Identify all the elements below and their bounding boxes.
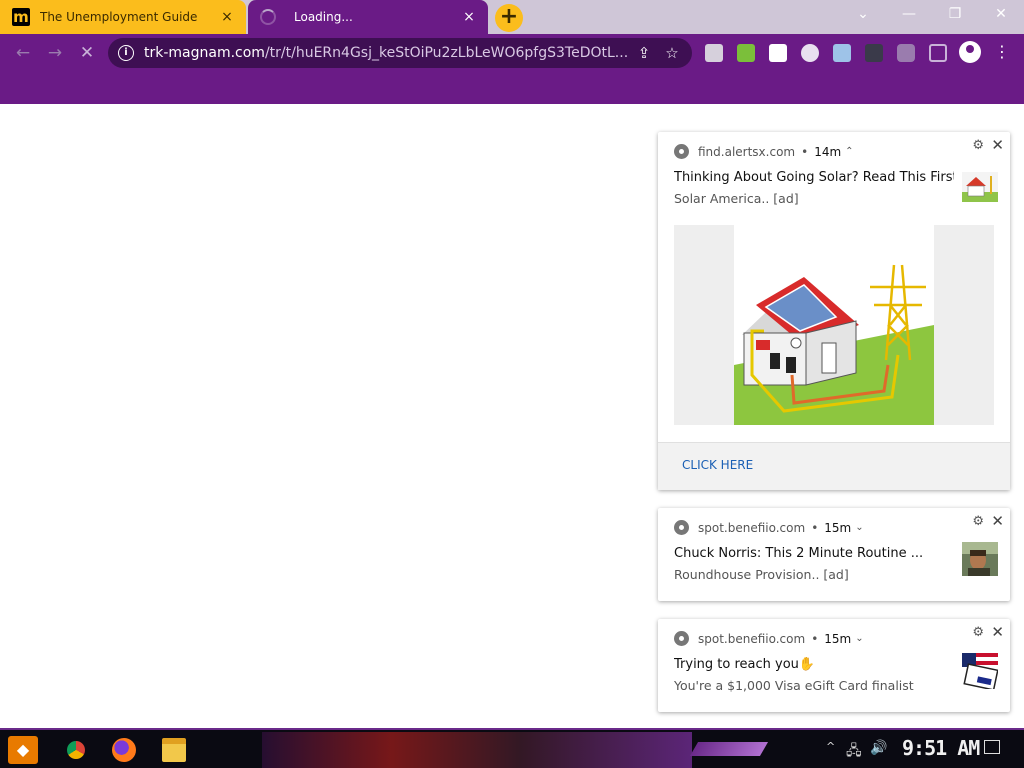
notification-subtitle: Roundhouse Provision.. [ad] bbox=[674, 567, 849, 582]
tab-search-icon[interactable]: ⌄ bbox=[840, 0, 886, 30]
notification-subtitle: You're a $1,000 Visa eGift Card finalist bbox=[674, 678, 914, 693]
action-label: CLICK HERE bbox=[682, 458, 754, 472]
notification-source: spot.benefiio.com bbox=[698, 631, 806, 646]
minimize-button[interactable]: — bbox=[886, 0, 932, 30]
gear-icon[interactable]: ⚙ bbox=[972, 138, 984, 153]
back-button[interactable]: ← bbox=[10, 40, 36, 66]
chrome-icon bbox=[674, 144, 689, 159]
separator-dot: • bbox=[811, 520, 819, 535]
click-here-button[interactable]: CLICK HERE bbox=[658, 442, 1010, 490]
notification-card[interactable]: spot.benefiio.com • 15m ⌄ ⚙ ✕ Chuck Norr… bbox=[658, 508, 1010, 601]
extensions-puzzle-icon[interactable] bbox=[897, 44, 915, 62]
notification-age: 15m bbox=[824, 520, 852, 535]
loading-bar-area bbox=[0, 72, 1024, 104]
notification-title: Chuck Norris: This 2 Minute Routine ... bbox=[674, 546, 924, 561]
tab-unemployment-guide[interactable]: m The Unemployment Guide × bbox=[0, 0, 246, 34]
url-domain: trk-magnam.com bbox=[144, 45, 265, 61]
tab-strip: m The Unemployment Guide × Loading... × … bbox=[0, 0, 1024, 34]
forward-button[interactable]: → bbox=[42, 40, 68, 66]
chrome-taskbar-icon[interactable] bbox=[64, 738, 88, 762]
notification-subtitle: Solar America.. [ad] bbox=[674, 191, 799, 206]
chrome-icon bbox=[674, 631, 689, 646]
notification-header: find.alertsx.com • 14m ⌃ bbox=[674, 144, 854, 159]
visa-card-thumbnail bbox=[962, 653, 999, 691]
separator-dot: • bbox=[811, 631, 819, 646]
site-favicon-icon: m bbox=[12, 8, 30, 26]
profile-avatar-icon[interactable] bbox=[959, 41, 981, 63]
url-text[interactable]: trk-magnam.com/tr/t/huERn4Gsj_keStOiPu2z… bbox=[144, 45, 630, 61]
gear-icon[interactable]: ⚙ bbox=[972, 625, 984, 640]
browser-menu-icon[interactable]: ⋮ bbox=[994, 39, 1010, 65]
browser-toolbar: ← → ✕ i trk-magnam.com/tr/t/huERn4Gsj_ke… bbox=[0, 34, 1024, 72]
file-explorer-icon[interactable] bbox=[162, 738, 186, 762]
side-panel-icon[interactable] bbox=[929, 44, 947, 62]
extension-image-icon[interactable] bbox=[769, 44, 787, 62]
network-icon[interactable]: 🖧 bbox=[846, 740, 862, 764]
tray-chevron-icon[interactable]: ^ bbox=[826, 740, 835, 753]
chrome-icon bbox=[674, 520, 689, 535]
share-icon[interactable]: ⇪ bbox=[630, 44, 658, 62]
tab-title: Loading... bbox=[294, 10, 353, 24]
solar-house-image bbox=[674, 225, 994, 425]
stop-loading-button[interactable]: ✕ bbox=[74, 40, 100, 66]
action-center-icon[interactable] bbox=[984, 740, 1000, 754]
close-icon[interactable]: ✕ bbox=[991, 136, 1004, 154]
notification-title: Trying to reach you✋ bbox=[674, 657, 816, 672]
chevron-up-icon[interactable]: ⌃ bbox=[845, 146, 853, 157]
man-portrait-thumbnail bbox=[962, 542, 998, 576]
tab-close-icon[interactable]: × bbox=[214, 9, 240, 25]
site-info-icon[interactable]: i bbox=[118, 45, 134, 61]
extension-icon[interactable] bbox=[833, 44, 851, 62]
notification-age: 15m bbox=[824, 631, 852, 646]
window-close-button[interactable]: ✕ bbox=[978, 0, 1024, 30]
taskbar-wallpaper-art bbox=[262, 732, 692, 768]
tab-loading[interactable]: Loading... × bbox=[248, 0, 488, 34]
extension-icon[interactable] bbox=[705, 44, 723, 62]
notification-title: Thinking About Going Solar? Read This Fi… bbox=[674, 170, 954, 185]
extension-search-icon[interactable] bbox=[801, 44, 819, 62]
gear-icon[interactable]: ⚙ bbox=[972, 514, 984, 529]
notification-card[interactable]: spot.benefiio.com • 15m ⌄ ⚙ ✕ Trying to … bbox=[658, 619, 1010, 712]
notification-source: spot.benefiio.com bbox=[698, 520, 806, 535]
start-button[interactable]: ◆ bbox=[8, 736, 38, 764]
firefox-taskbar-icon[interactable] bbox=[112, 738, 136, 762]
url-path: /tr/t/huERn4Gsj_keStOiPu2zLbLeWO6pfgS3Te… bbox=[264, 45, 629, 61]
volume-icon[interactable]: 🔊 bbox=[870, 740, 887, 756]
loading-spinner-icon bbox=[260, 9, 276, 25]
close-icon[interactable]: ✕ bbox=[991, 623, 1004, 641]
notification-header: spot.benefiio.com • 15m ⌄ bbox=[674, 631, 864, 646]
close-icon[interactable]: ✕ bbox=[991, 512, 1004, 530]
restore-button[interactable]: ❐ bbox=[932, 0, 978, 30]
notification-header: spot.benefiio.com • 15m ⌄ bbox=[674, 520, 864, 535]
separator-dot: • bbox=[801, 144, 809, 159]
extension-icon[interactable] bbox=[737, 44, 755, 62]
bookmark-star-icon[interactable]: ☆ bbox=[658, 44, 686, 62]
solar-house-thumbnail bbox=[962, 172, 998, 202]
system-clock[interactable]: 9:51 AM bbox=[902, 736, 980, 760]
tab-close-icon[interactable]: × bbox=[456, 9, 482, 25]
new-tab-button[interactable]: + bbox=[495, 4, 523, 32]
address-bar[interactable]: i trk-magnam.com/tr/t/huERn4Gsj_keStOiPu… bbox=[108, 38, 692, 68]
extension-icon[interactable] bbox=[865, 44, 883, 62]
notification-card[interactable]: find.alertsx.com • 14m ⌃ ⚙ ✕ Thinking Ab… bbox=[658, 132, 1010, 490]
notification-age: 14m bbox=[814, 144, 842, 159]
notification-source: find.alertsx.com bbox=[698, 144, 796, 159]
taskbar-decoration bbox=[689, 742, 769, 756]
chevron-down-icon[interactable]: ⌄ bbox=[855, 522, 863, 533]
taskbar: ◆ ^ 🖧 🔊 9:51 AM bbox=[0, 728, 1024, 768]
chevron-down-icon[interactable]: ⌄ bbox=[855, 633, 863, 644]
tab-title: The Unemployment Guide bbox=[40, 10, 198, 24]
